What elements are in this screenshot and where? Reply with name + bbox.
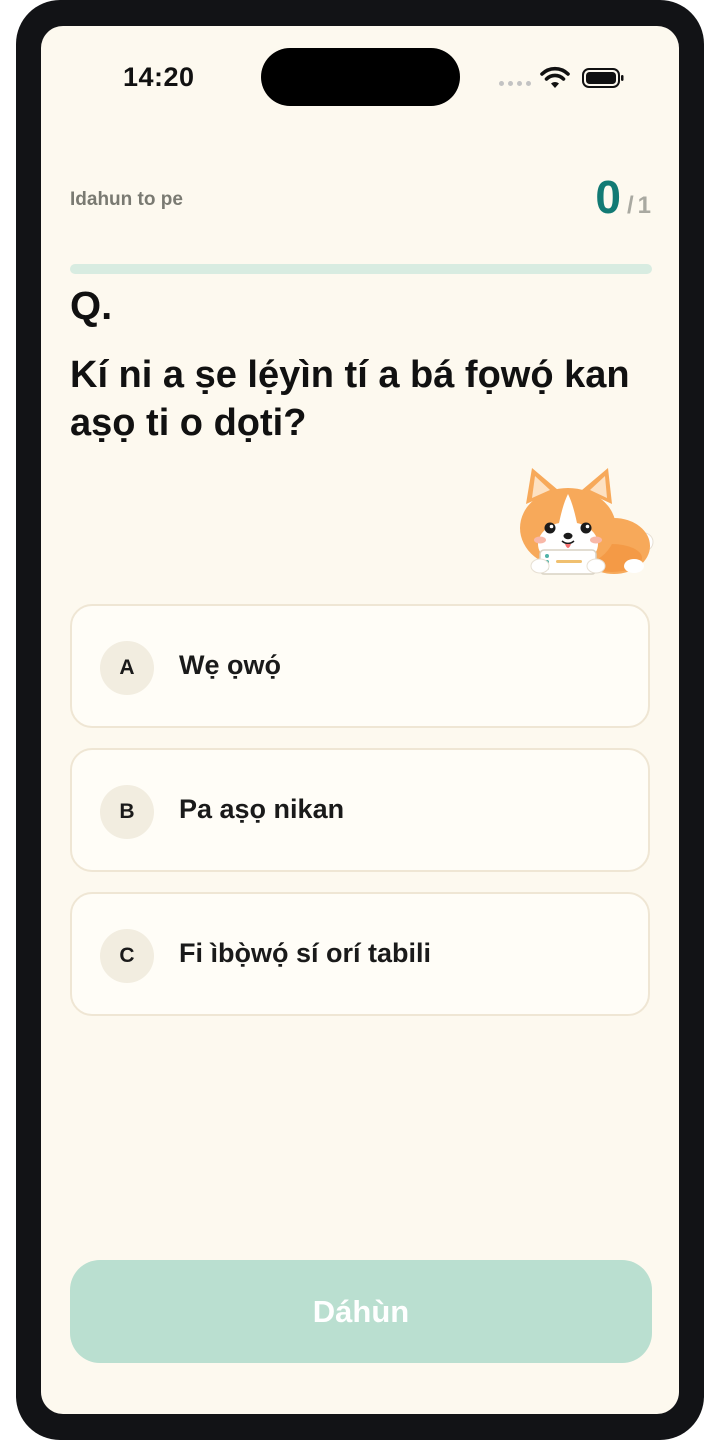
- answer-option-c[interactable]: C Fi ìbọ̀wọ́ sí orí tabili: [70, 892, 650, 1016]
- phone-frame: 14:20 Idahun to pe 0 / 1 Q. Kí ni a ṣe l…: [16, 0, 704, 1440]
- score-total: 1: [637, 192, 651, 219]
- option-text: Wẹ ọwọ́: [179, 650, 281, 680]
- progress-bar: [70, 264, 652, 274]
- status-bar: 14:20: [41, 26, 679, 126]
- option-letter-badge: A: [100, 641, 154, 695]
- score-separator: /: [626, 192, 634, 219]
- submit-answer-button[interactable]: Dáhùn: [70, 1260, 652, 1363]
- battery-icon: [582, 68, 624, 88]
- corgi-mascot-icon: [520, 468, 654, 575]
- option-letter-badge: B: [100, 785, 154, 839]
- dynamic-island: [261, 48, 460, 106]
- app-screen: 14:20 Idahun to pe 0 / 1 Q. Kí ni a ṣe l…: [41, 26, 679, 1414]
- question-text: Kí ni a ṣe lẹ́yìn tí a bá fọwọ́ kan aṣọ …: [70, 354, 630, 444]
- option-letter-badge: C: [100, 929, 154, 983]
- status-time: 14:20: [123, 62, 195, 92]
- cellular-signal-icon: [499, 81, 531, 87]
- answer-option-b[interactable]: B Pa aṣọ nikan: [70, 748, 650, 872]
- score-current: 0: [595, 171, 621, 223]
- question-marker: Q.: [70, 284, 113, 328]
- answer-option-a[interactable]: A Wẹ ọwọ́: [70, 604, 650, 728]
- correct-answers-label: Idahun to pe: [70, 189, 183, 210]
- option-text: Pa aṣọ nikan: [179, 794, 345, 824]
- score-counter: 0 / 1: [595, 174, 651, 220]
- wifi-icon: [540, 66, 570, 88]
- option-text: Fi ìbọ̀wọ́ sí orí tabili: [179, 938, 432, 968]
